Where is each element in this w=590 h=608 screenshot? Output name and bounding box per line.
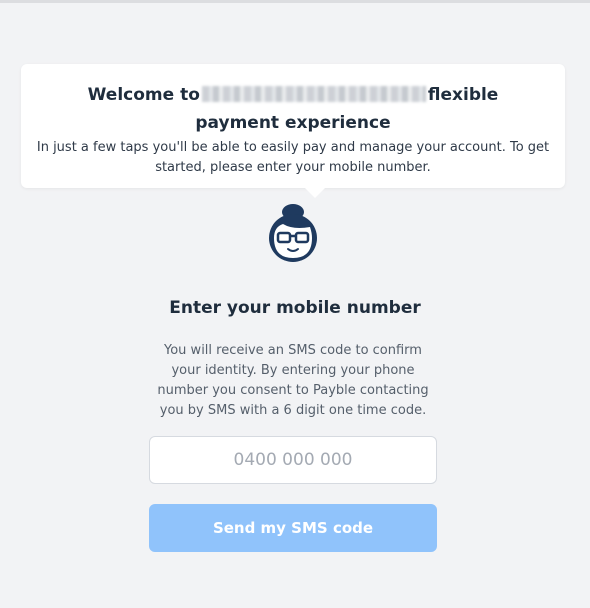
form-heading: Enter your mobile number (169, 298, 421, 318)
welcome-title: Welcome to flexible payment experience (21, 81, 565, 137)
welcome-description: In just a few taps you'll be able to eas… (36, 140, 550, 175)
mobile-number-input[interactable] (149, 436, 437, 484)
welcome-card: Welcome to flexible payment experience In… (21, 64, 565, 198)
sms-consent-text: You will receive an SMS code to confirm … (157, 343, 429, 418)
merchant-name-redacted (201, 86, 426, 102)
woman-with-glasses-avatar-icon (269, 204, 317, 262)
send-sms-code-button[interactable]: Send my SMS code (149, 504, 437, 552)
top-divider (0, 0, 590, 3)
welcome-title-prefix: Welcome to (87, 85, 200, 105)
